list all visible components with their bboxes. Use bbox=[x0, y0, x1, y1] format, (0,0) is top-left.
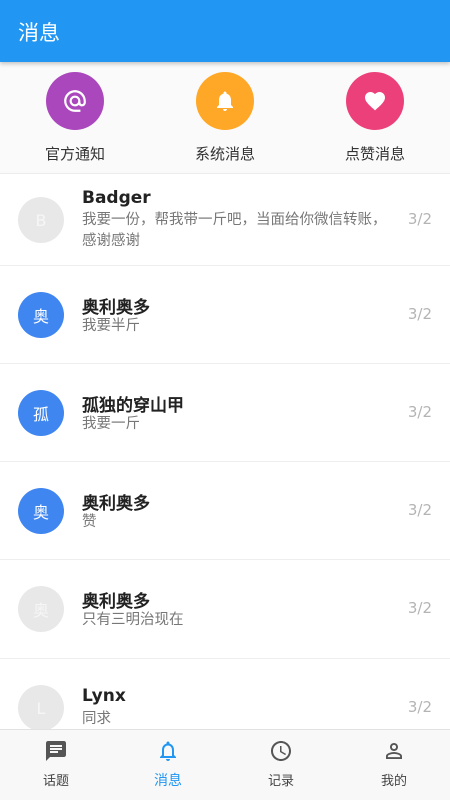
avatar: L bbox=[18, 685, 64, 729]
sender-name: 孤独的穿山甲 bbox=[82, 396, 184, 416]
message-preview: 只有三明治现在 bbox=[82, 612, 184, 628]
bottom-navigation: 话题 消息 记录 我的 bbox=[0, 729, 450, 800]
message-preview: 我要一斤 bbox=[82, 416, 140, 432]
message-date: 3/2 bbox=[407, 599, 432, 617]
message-date: 3/2 bbox=[407, 403, 432, 421]
category-label: 点赞消息 bbox=[344, 145, 405, 163]
message-preview: 同求 bbox=[82, 711, 111, 727]
sender-name: Badger bbox=[82, 188, 151, 208]
message-categories: 官方通知 系统消息 点赞消息 bbox=[0, 62, 450, 174]
avatar: 奥 bbox=[18, 488, 64, 534]
avatar: 奥 bbox=[18, 292, 64, 338]
nav-label: 话题 bbox=[42, 774, 69, 789]
category-likes[interactable]: 点赞消息 bbox=[315, 72, 435, 170]
nav-topics[interactable]: 话题 bbox=[0, 730, 112, 800]
avatar: 孤 bbox=[18, 390, 64, 436]
message-item[interactable]: 奥 奥利奥多 只有三明治现在 3/2 bbox=[0, 560, 450, 659]
message-preview: 赞 bbox=[82, 514, 97, 530]
message-item[interactable]: 奥 奥利奥多 赞 3/2 bbox=[0, 462, 450, 560]
bell-icon bbox=[196, 72, 254, 130]
message-preview: 我要一份，帮我带一斤吧，当面给你微信转账，感谢感谢 bbox=[82, 212, 387, 249]
category-official-notice[interactable]: 官方通知 bbox=[15, 72, 135, 170]
category-label: 官方通知 bbox=[44, 145, 105, 163]
app-bar: 消息 bbox=[0, 0, 450, 62]
nav-label: 消息 bbox=[154, 773, 182, 789]
message-date: 3/2 bbox=[407, 698, 432, 716]
message-date: 3/2 bbox=[407, 501, 432, 519]
avatar: 奥 bbox=[18, 586, 64, 632]
message-preview: 我要半斤 bbox=[82, 318, 140, 334]
nav-label: 我的 bbox=[380, 774, 407, 789]
at-icon bbox=[46, 72, 104, 130]
page-title: 消息 bbox=[18, 21, 60, 45]
message-item[interactable]: 奥 奥利奥多 我要半斤 3/2 bbox=[0, 266, 450, 364]
message-date: 3/2 bbox=[407, 305, 432, 323]
chat-icon bbox=[46, 741, 66, 761]
message-item[interactable]: 孤 孤独的穿山甲 我要一斤 3/2 bbox=[0, 364, 450, 462]
sender-name: 奥利奥多 bbox=[82, 494, 150, 514]
category-label: 系统消息 bbox=[194, 145, 255, 163]
sender-name: 奥利奥多 bbox=[82, 298, 150, 318]
message-item[interactable]: L Lynx 同求 3/2 bbox=[0, 659, 450, 729]
nav-records[interactable]: 记录 bbox=[225, 730, 337, 800]
nav-profile[interactable]: 我的 bbox=[338, 730, 450, 800]
person-icon bbox=[386, 743, 402, 759]
category-system-message[interactable]: 系统消息 bbox=[165, 72, 285, 170]
clock-icon bbox=[271, 741, 291, 761]
message-date: 3/2 bbox=[407, 210, 432, 228]
sender-name: 奥利奥多 bbox=[82, 592, 150, 612]
sender-name: Lynx bbox=[82, 686, 126, 706]
nav-label: 记录 bbox=[267, 774, 294, 789]
bell-icon bbox=[160, 741, 176, 761]
message-item[interactable]: B Badger 我要一份，帮我带一斤吧，当面给你微信转账，感谢感谢 3/2 bbox=[0, 175, 450, 266]
message-list: B Badger 我要一份，帮我带一斤吧，当面给你微信转账，感谢感谢 3/2 奥… bbox=[0, 175, 450, 729]
heart-icon bbox=[346, 72, 404, 130]
nav-messages[interactable]: 消息 bbox=[112, 730, 224, 800]
avatar: B bbox=[18, 197, 64, 243]
